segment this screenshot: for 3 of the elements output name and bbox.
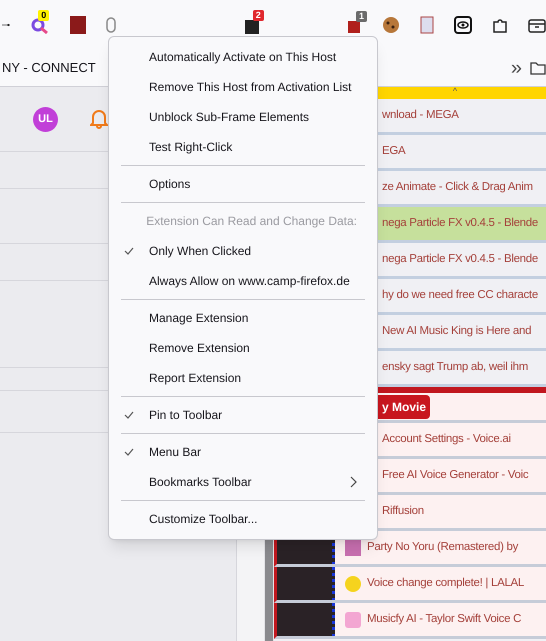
badge: 2	[252, 10, 264, 21]
badge: 0	[38, 10, 50, 21]
badge: 1	[356, 11, 368, 22]
